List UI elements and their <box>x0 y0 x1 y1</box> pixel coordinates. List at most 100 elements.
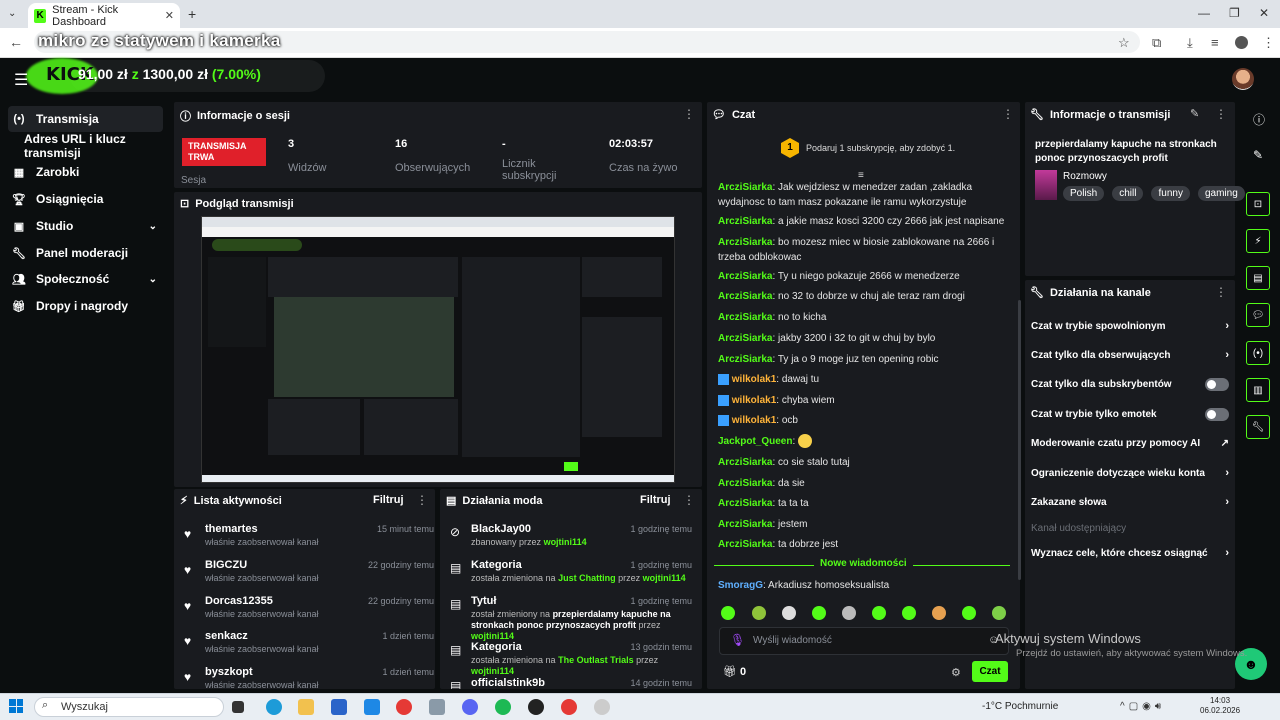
info-icon[interactable]: ⓘ <box>1253 111 1265 128</box>
menu-icon[interactable]: ☰ <box>14 70 28 90</box>
broadcast-icon[interactable]: (•) <box>1246 341 1270 365</box>
action-account-age[interactable]: Ograniczenie dotyczące wieku konta › <box>1031 463 1229 483</box>
microphone-icon[interactable]: 🎙︎ <box>730 633 745 647</box>
mod-menu-icon[interactable]: ⋮ <box>683 493 695 507</box>
channel-actions-menu-icon[interactable]: ⋮ <box>1215 285 1227 299</box>
sidebar-item-transmisja[interactable]: (•) Transmisja <box>8 106 163 132</box>
sidebar-item-stream-key[interactable]: Adres URL i klucz transmisji <box>8 132 168 160</box>
windows-start-icon[interactable] <box>9 699 23 713</box>
subs-only-toggle[interactable] <box>1205 377 1229 391</box>
ban-icon: ⊘ <box>450 525 461 539</box>
send-chat-button[interactable]: Czat <box>972 661 1008 682</box>
action-subs-only[interactable]: Czat tylko dla subskrybentów <box>1031 374 1229 394</box>
activity-filter-button[interactable]: Filtruj <box>373 494 404 506</box>
scrollbar[interactable] <box>1018 300 1021 580</box>
tag[interactable]: gaming <box>1197 186 1245 201</box>
media-icon[interactable]: ≡ <box>1211 35 1219 50</box>
tag[interactable]: Polish <box>1063 186 1105 201</box>
browser-menu-icon[interactable]: ⋮ <box>1262 35 1275 51</box>
weather-widget[interactable]: -1°C Pochmurnie <box>982 701 1058 712</box>
bookmark-star-icon[interactable]: ☆ <box>1118 35 1130 51</box>
taskbar-clock[interactable]: 14:03 06.02.2026 <box>1200 696 1240 716</box>
emote-icon[interactable] <box>842 606 856 620</box>
emote-icon[interactable] <box>752 606 766 620</box>
emote-icon[interactable] <box>872 606 886 620</box>
sidebar-item-studio[interactable]: ▣ Studio ⌄ <box>8 213 163 239</box>
goal-current: 91,00 zł <box>78 66 128 82</box>
search-icon: ⌕ <box>42 699 49 711</box>
gift-icon[interactable]: 🎁︎ <box>723 665 737 678</box>
store-icon[interactable] <box>331 699 347 715</box>
spotify-icon[interactable] <box>495 699 511 715</box>
app-icon[interactable] <box>429 699 445 715</box>
emote-icon[interactable] <box>932 606 946 620</box>
edge-icon[interactable] <box>266 699 282 715</box>
emote-icon[interactable] <box>782 606 796 620</box>
category-icon: ▤ <box>450 561 462 575</box>
chat-icon[interactable]: 💬︎ <box>1246 303 1270 327</box>
action-ai-moderation[interactable]: Moderowanie czatu przy pomocy AI ↗ <box>1031 433 1229 453</box>
settings-gear-icon[interactable]: ⚙ <box>951 666 961 679</box>
stream-preview[interactable] <box>201 216 675 483</box>
external-link-icon: ↗ <box>1220 437 1229 449</box>
browser-tab[interactable]: K Stream - Kick Dashboard ✕ <box>28 3 180 28</box>
edit-icon[interactable]: ✎ <box>1190 107 1199 120</box>
sidebar-item-panel-moderacji[interactable]: 🔧︎ Panel moderacji <box>8 240 163 266</box>
obs-icon[interactable] <box>528 699 544 715</box>
task-view-icon[interactable] <box>232 701 244 713</box>
mail-icon[interactable] <box>364 699 380 715</box>
preview-toggle-icon[interactable]: ⊡ <box>1246 192 1270 216</box>
mod-actions-title: ▤ Działania moda <box>446 494 543 508</box>
maximize-icon[interactable]: ❐ <box>1229 6 1240 20</box>
sidebar-item-osiagniecia[interactable]: 🏆︎ Osiągnięcia <box>8 186 163 212</box>
wrench-icon[interactable]: 🔧︎ <box>1246 415 1270 439</box>
new-messages-label[interactable]: Nowe wiadomości <box>814 558 913 569</box>
edit-icon[interactable]: ✎ <box>1253 148 1263 162</box>
activity-menu-icon[interactable]: ⋮ <box>416 493 428 507</box>
emote-icon[interactable] <box>962 606 976 620</box>
tag[interactable]: chill <box>1112 186 1144 201</box>
emote-icon[interactable] <box>812 606 826 620</box>
chrome-icon[interactable] <box>561 699 577 715</box>
emote-only-toggle[interactable] <box>1205 407 1229 421</box>
action-set-goals[interactable]: Wyznacz cele, które chcesz osiągnąć › <box>1031 543 1229 563</box>
close-tab-icon[interactable]: ✕ <box>165 9 174 22</box>
list-icon[interactable]: ▤ <box>1246 266 1270 290</box>
tag[interactable]: funny <box>1151 186 1190 201</box>
action-followers-only[interactable]: Czat tylko dla obserwujących › <box>1031 345 1229 365</box>
taskbar-search-input[interactable]: Wyszukaj <box>34 697 224 717</box>
action-banned-words[interactable]: Zakazane słowa › <box>1031 492 1229 512</box>
bolt-icon[interactable]: ⚡︎ <box>1246 229 1270 253</box>
emote-icon[interactable] <box>902 606 916 620</box>
sidebar-item-zarobki[interactable]: ▦ Zarobki <box>8 159 163 185</box>
sidebar-item-dropy[interactable]: 🎁︎ Dropy i nagrody <box>8 293 163 319</box>
system-tray-icons[interactable]: ^▢◉🔊︎ <box>1120 701 1165 712</box>
chrome-icon[interactable] <box>396 699 412 715</box>
channel-actions-panel <box>1025 280 1235 689</box>
back-icon[interactable]: ← <box>9 34 23 50</box>
emote-icon[interactable] <box>721 606 735 620</box>
stream-info-menu-icon[interactable]: ⋮ <box>1215 107 1227 121</box>
mod-filter-button[interactable]: Filtruj <box>640 494 671 506</box>
profile-icon[interactable] <box>1235 36 1248 49</box>
minimize-icon[interactable]: — <box>1198 6 1210 20</box>
layout-icon[interactable]: ▥ <box>1246 378 1270 402</box>
file-explorer-icon[interactable] <box>298 699 314 715</box>
stream-category[interactable]: Rozmowy <box>1063 171 1107 182</box>
session-menu-icon[interactable]: ⋮ <box>683 107 695 121</box>
download-icon[interactable]: ⤓ <box>1187 35 1193 51</box>
sub-gift-prompt[interactable]: Podaruj 1 subskrypcję, aby zdobyć 1. <box>806 143 955 153</box>
sidebar-item-spolecznosc[interactable]: 👥︎ Społeczność ⌄ <box>8 266 163 292</box>
window-close-icon[interactable]: ✕ <box>1259 6 1269 20</box>
new-tab-icon[interactable]: + <box>188 6 196 22</box>
action-slow-mode[interactable]: Czat w trybie spowolnionym › <box>1031 316 1229 336</box>
chat-menu-icon[interactable]: ⋮ <box>1002 107 1014 121</box>
discord-icon[interactable] <box>462 699 478 715</box>
extensions-icon[interactable]: ⧉ <box>1152 35 1161 51</box>
list-item: ▤ Kategoria została zmieniona na Just Chat… <box>450 559 692 583</box>
emote-icon[interactable] <box>992 606 1006 620</box>
tab-list-icon[interactable]: ⌄ <box>8 8 16 19</box>
avatar[interactable] <box>1232 68 1254 90</box>
app-icon[interactable] <box>594 699 610 715</box>
action-emote-only[interactable]: Czat w trybie tylko emotek <box>1031 404 1229 424</box>
